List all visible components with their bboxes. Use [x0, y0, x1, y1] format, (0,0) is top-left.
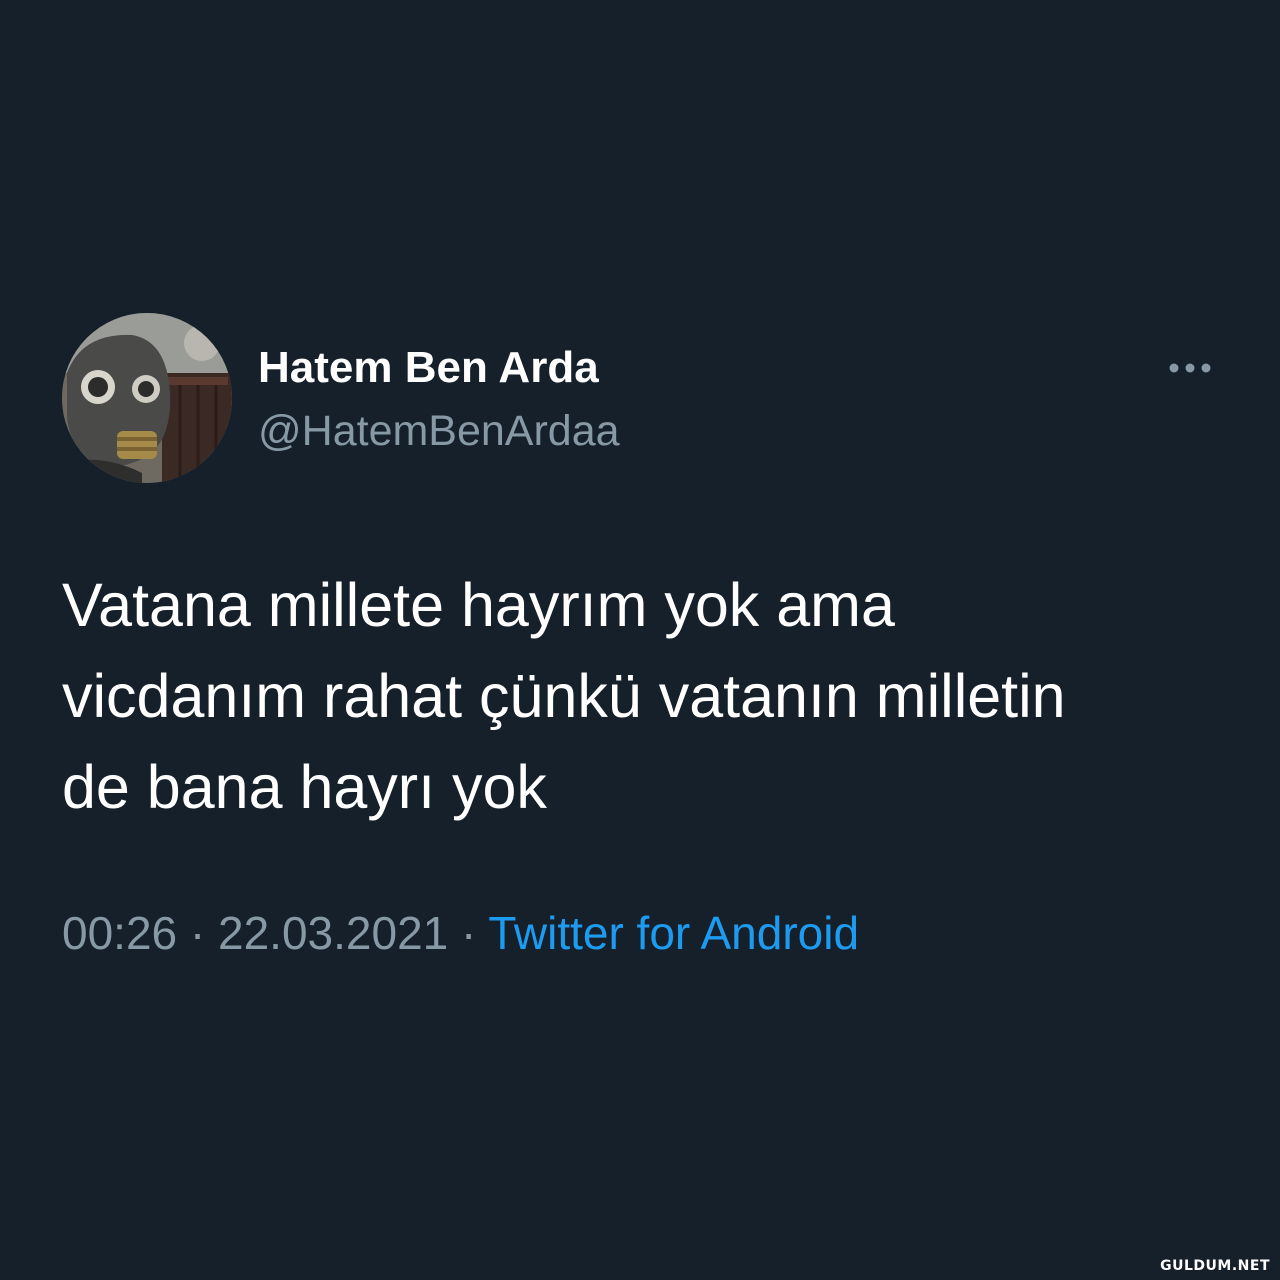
tweet-date[interactable]: 22.03.2021 [218, 907, 448, 959]
tweet-source-link[interactable]: Twitter for Android [488, 907, 859, 959]
meta-separator: · [448, 907, 489, 959]
watermark: GULDUM.NET [1160, 1258, 1270, 1274]
gas-mask-avatar-icon [62, 313, 232, 483]
tweet-text: Vatana millete hayrım yok ama vicdanım r… [62, 571, 1066, 821]
more-options-button[interactable] [1160, 350, 1220, 386]
tweet-meta: 00:26 · 22.03.2021 · Twitter for Android [62, 903, 859, 963]
more-horizontal-icon [1169, 363, 1211, 373]
avatar[interactable] [62, 313, 232, 483]
user-handle[interactable]: @HatemBenArdaa [258, 405, 620, 457]
tweet-time[interactable]: 00:26 [62, 907, 177, 959]
tweet-card: Hatem Ben Arda @HatemBenArdaa Vatana mil… [0, 0, 1280, 1280]
meta-separator: · [177, 907, 219, 959]
display-name[interactable]: Hatem Ben Arda [258, 342, 599, 394]
